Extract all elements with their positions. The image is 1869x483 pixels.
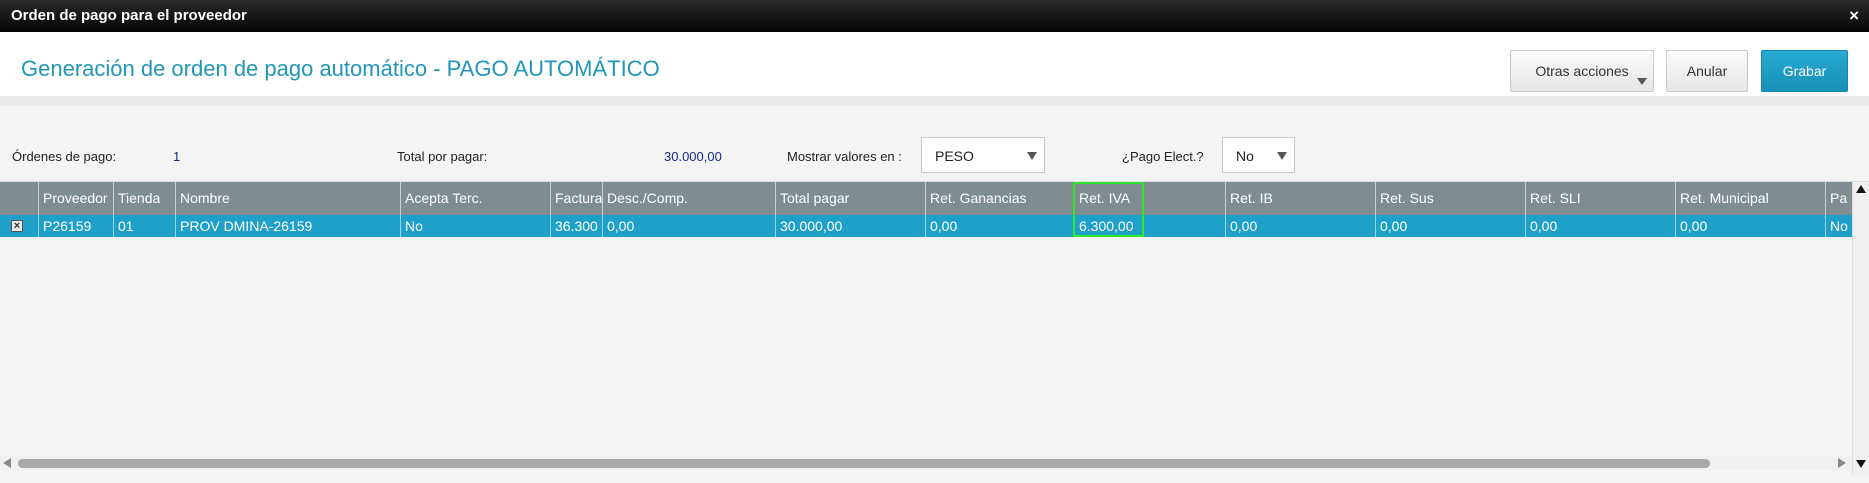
payment-grid: Proveedor Tienda Nombre Acepta Terc. Fac… (0, 181, 1869, 475)
table-cell[interactable]: 0,00 (1526, 215, 1676, 237)
otras-acciones-button[interactable]: Otras acciones (1510, 50, 1654, 92)
table-cell[interactable]: No (1826, 215, 1852, 237)
table-cell[interactable]: 36.300 (551, 215, 603, 237)
table-cell[interactable]: 0,00 (1676, 215, 1826, 237)
anular-label: Anular (1686, 63, 1728, 79)
table-cell[interactable]: 0,00 (1226, 215, 1376, 237)
pago-elect-select[interactable]: No (1222, 137, 1295, 173)
column-header[interactable]: Ret. SLI (1526, 182, 1676, 215)
pago-elect-label: ¿Pago Elect.? (1122, 149, 1204, 164)
table-cell[interactable]: 0,00 (1376, 215, 1526, 237)
column-header[interactable]: Ret. Ganancias (926, 182, 1075, 215)
scroll-right-icon[interactable] (1838, 458, 1846, 468)
grabar-button[interactable]: Grabar (1761, 50, 1848, 92)
chevron-down-icon (1637, 78, 1647, 85)
otras-acciones-label: Otras acciones (1535, 63, 1629, 79)
mostrar-valores-select[interactable]: PESO (921, 137, 1045, 173)
scroll-thumb[interactable] (18, 459, 1710, 468)
grabar-label: Grabar (1782, 63, 1827, 79)
mostrar-valores-label: Mostrar valores en : (787, 149, 902, 164)
table-cell[interactable]: 30.000,00 (776, 215, 926, 237)
scroll-down-icon[interactable] (1856, 460, 1866, 468)
table-cell[interactable]: 01 (114, 215, 176, 237)
column-header[interactable]: Proveedor (39, 182, 114, 215)
column-header[interactable]: Nombre (176, 182, 401, 215)
ordenes-value: 1 (173, 149, 181, 164)
column-header[interactable]: Acepta Terc. (401, 182, 551, 215)
checkbox-icon[interactable]: × (11, 220, 23, 232)
column-header[interactable]: Desc./Comp. (603, 182, 776, 215)
table-cell[interactable]: PROV DMINA-26159 (176, 215, 401, 237)
total-label: Total por pagar: (397, 149, 488, 164)
chevron-down-icon (1027, 152, 1037, 160)
scroll-up-icon[interactable] (1856, 185, 1866, 193)
page-title: Generación de orden de pago automático -… (21, 56, 660, 81)
column-header[interactable]: Total pagar (776, 182, 926, 215)
row-select-cell[interactable]: × (0, 215, 39, 237)
chevron-down-icon (1277, 152, 1287, 160)
window-titlebar: Orden de pago para el proveedor × (0, 0, 1869, 32)
ordenes-label: Órdenes de pago: (12, 149, 117, 164)
column-header[interactable]: Tienda (114, 182, 176, 215)
header-separator (0, 96, 1869, 106)
pago-elect-value: No (1236, 148, 1254, 164)
table-cell[interactable]: P26159 (39, 215, 114, 237)
column-header[interactable]: Pa (1826, 182, 1852, 215)
grid-header: Proveedor Tienda Nombre Acepta Terc. Fac… (0, 182, 1852, 215)
horizontal-scrollbar[interactable] (0, 456, 1852, 470)
window-title: Orden de pago para el proveedor (11, 7, 247, 24)
anular-button[interactable]: Anular (1666, 50, 1748, 92)
cell-focus-highlight (1073, 182, 1144, 237)
table-cell[interactable]: 0,00 (926, 215, 1075, 237)
table-cell[interactable]: No (401, 215, 551, 237)
column-header[interactable]: Factura (551, 182, 603, 215)
mostrar-valores-value: PESO (935, 148, 974, 164)
close-icon[interactable]: × (1849, 6, 1859, 26)
column-header[interactable]: Ret. IB (1226, 182, 1376, 215)
table-row[interactable]: × P26159 01 PROV DMINA-26159 No 36.300 0… (0, 215, 1852, 237)
vertical-scrollbar[interactable] (1852, 182, 1869, 475)
table-cell[interactable]: 0,00 (603, 215, 776, 237)
column-header[interactable]: Ret. Municipal (1676, 182, 1826, 215)
total-value: 30.000,00 (664, 149, 722, 164)
column-header[interactable]: Ret. Sus (1376, 182, 1526, 215)
scroll-left-icon[interactable] (3, 458, 11, 468)
header-select-cell (0, 182, 39, 215)
